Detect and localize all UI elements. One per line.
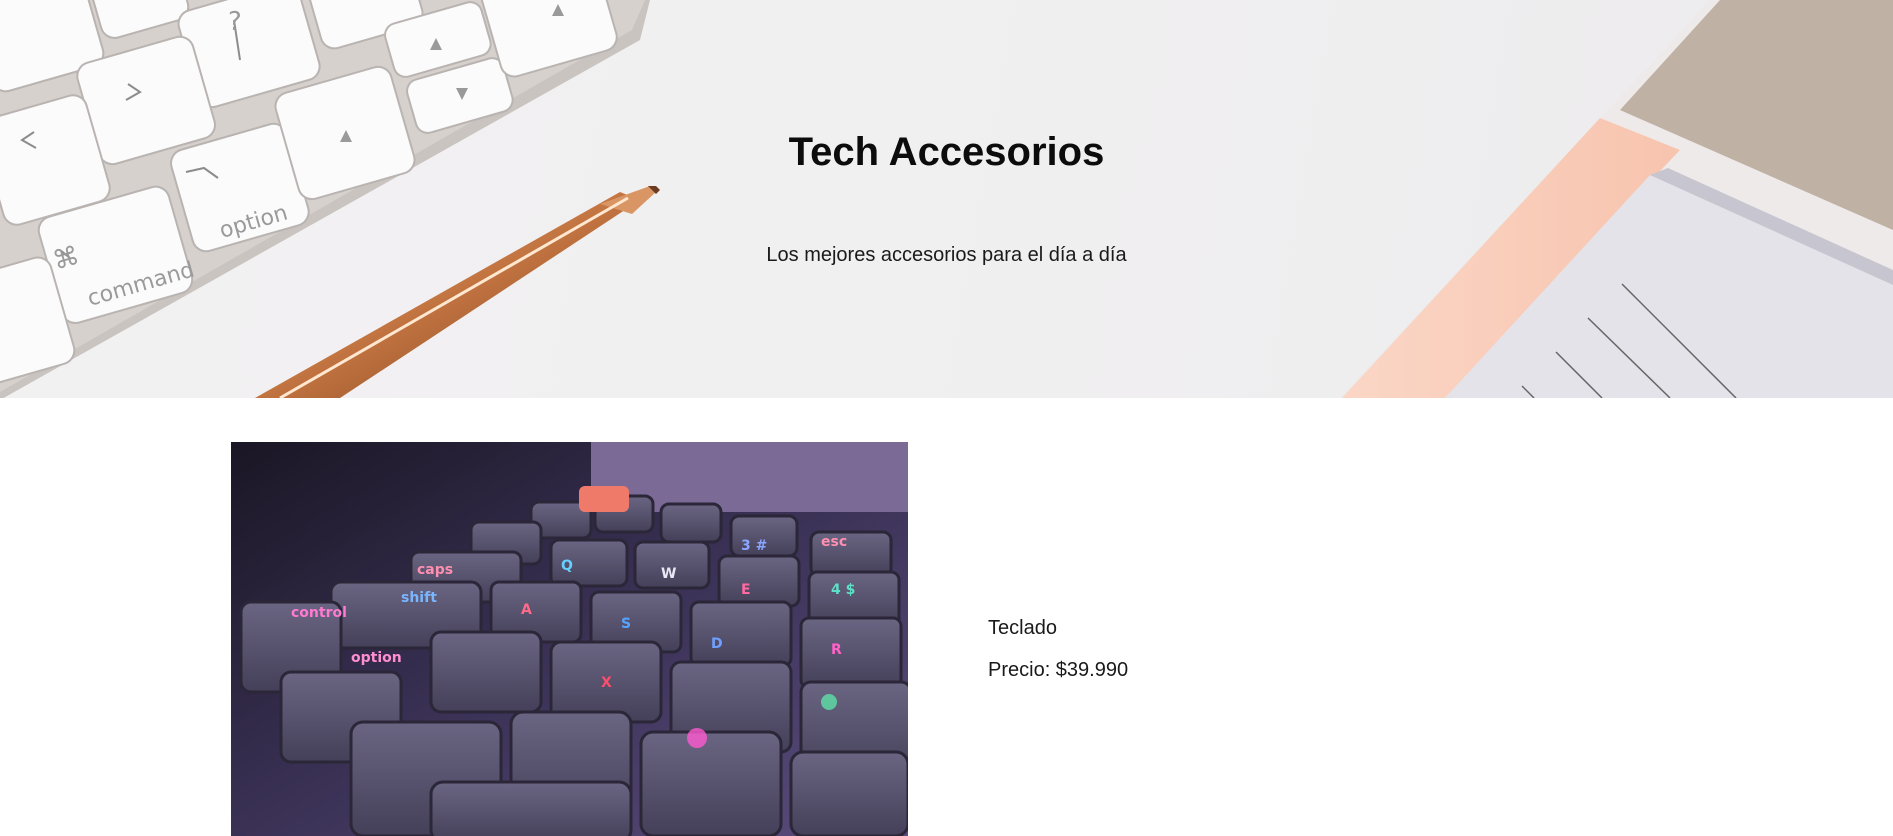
svg-text:control: control (291, 605, 347, 621)
svg-text:D: D (711, 636, 723, 652)
svg-text:R: R (831, 642, 842, 658)
keyboard-image: caps shift control option Q W E A S D X … (231, 442, 908, 836)
svg-text:option: option (351, 650, 402, 666)
svg-text:A: A (521, 602, 532, 618)
product-price: Precio: $39.990 (988, 659, 1129, 681)
page-title: Tech Accesorios (788, 130, 1105, 174)
hero-background-image: command option ⌘ ? (0, 0, 1893, 398)
svg-text:3 #: 3 # (741, 538, 767, 554)
page-subtitle: Los mejores accesorios para el día a día (766, 244, 1127, 266)
keyboard-photo-element: command option ⌘ ? (0, 0, 650, 398)
svg-text:E: E (741, 582, 751, 598)
product-info: Teclado Precio: $39.990 (988, 617, 1128, 682)
svg-text:X: X (601, 675, 612, 691)
svg-text:shift: shift (401, 590, 437, 606)
svg-text:W: W (661, 566, 676, 582)
svg-text:?: ? (228, 7, 242, 37)
notepad-photo-element (1340, 0, 1893, 398)
svg-text:caps: caps (417, 562, 453, 578)
product-image: caps shift control option Q W E A S D X … (231, 442, 908, 836)
product-name: Teclado (988, 617, 1057, 639)
hero-banner: command option ⌘ ? Tech Accesorios Los m… (0, 0, 1893, 398)
svg-text:Q: Q (561, 558, 573, 574)
svg-text:esc: esc (821, 534, 847, 550)
svg-text:4 $: 4 $ (831, 582, 855, 598)
svg-text:S: S (621, 616, 631, 632)
